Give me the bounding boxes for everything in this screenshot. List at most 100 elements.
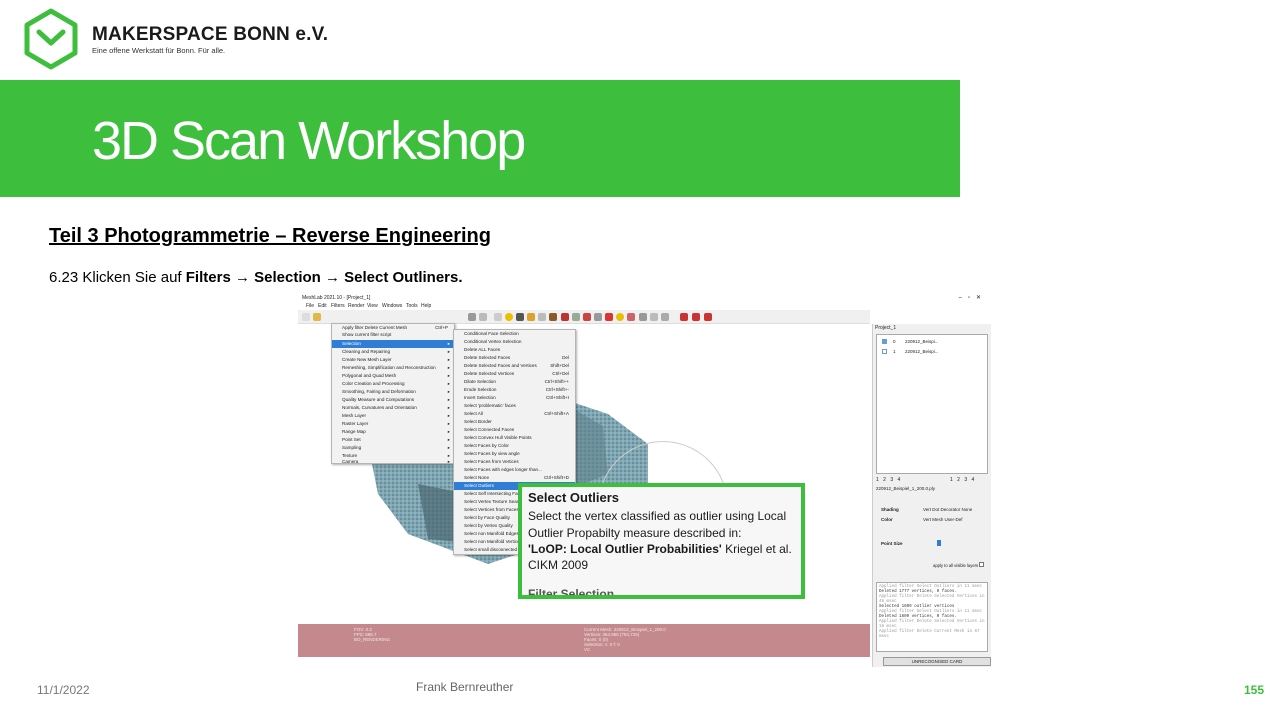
menu-render[interactable]: Render [348, 303, 364, 309]
shading-options[interactable]: Vert Dot Decorator None [923, 507, 972, 512]
menu-item[interactable]: Smoothing, Fairing and Deformation ▸ [332, 388, 454, 396]
menu-item[interactable]: Color Creation and Processing ▸ [332, 380, 454, 388]
menu-item[interactable]: Point Set ▸ [332, 436, 454, 444]
tool-icon[interactable] [494, 313, 502, 321]
layer-id: 0 [893, 339, 896, 344]
close-icon[interactable] [704, 313, 712, 321]
menu-item[interactable]: Delete Selected Vertices Ctrl+Del [454, 370, 575, 378]
menu-item[interactable]: Normals, Curvatures and Orientation ▸ [332, 404, 454, 412]
menu-item[interactable]: Sampling ▸ [332, 444, 454, 452]
menu-item[interactable]: Raster Layer ▸ [332, 420, 454, 428]
step-instruction: 6.23 Klicken Sie auf Filters → Selection… [49, 269, 463, 286]
menu-item[interactable]: Show current filter script [332, 331, 454, 339]
menu-item[interactable]: Select All Ctrl+Shift+A [454, 410, 575, 418]
menu-file[interactable]: File [306, 303, 314, 309]
color-options[interactable]: Vert Mesh User-Def [923, 517, 963, 522]
log-line: Applied filter Delete Current Mesh in 67… [879, 630, 980, 639]
menu-item[interactable]: Delete Selected Faces Del [454, 354, 575, 362]
layer-name: 220912_Beispi... [905, 349, 939, 354]
menu-windows[interactable]: Windows [382, 303, 402, 309]
layer-row[interactable]: 0 220912_Beispi... [879, 338, 987, 346]
menu-help[interactable]: Help [421, 303, 431, 309]
eye-icon[interactable] [882, 349, 887, 354]
menu-item[interactable]: Select 'problematic' faces [454, 402, 575, 410]
menu-item[interactable]: Conditional Vertex Selection [454, 338, 575, 346]
tool-icon[interactable] [605, 313, 613, 321]
brush-icon[interactable] [516, 313, 524, 321]
menu-item[interactable]: Erode Selection Ctrl+Shift+- [454, 386, 575, 394]
menu-item[interactable]: Remeshing, Simplification and Reconstruc… [332, 364, 454, 372]
menu-item[interactable]: Select None Ctrl+Shift+D [454, 474, 575, 482]
color-label: Color [881, 517, 893, 522]
unrecognised-card-button[interactable]: UNRECOGNISED CARD [883, 657, 991, 666]
org-subtitle: Eine offene Werkstatt für Bonn. Für alle… [92, 46, 226, 55]
tooltip-line: CIKM 2009 [528, 558, 589, 572]
layer-tabs[interactable]: 1 2 3 4 1 2 3 4 [876, 477, 988, 483]
tool-icon[interactable] [639, 313, 647, 321]
menu-item[interactable]: Range Map ▸ [332, 428, 454, 436]
info-render: BO_RENDERING [354, 637, 391, 642]
menu-item[interactable]: Polygonal and Quad Mesh ▸ [332, 372, 454, 380]
menu-item[interactable]: Mesh Layer ▸ [332, 412, 454, 420]
tool-icon[interactable] [650, 313, 658, 321]
menu-item[interactable]: Select Convex Hull Visible Points [454, 434, 575, 442]
light-icon[interactable] [527, 313, 535, 321]
layers-title: Project_1 [875, 325, 897, 331]
eye-icon[interactable] [882, 339, 887, 344]
layer-name: 220912_Beispi... [905, 339, 939, 344]
menu-item[interactable]: Invert Selection Ctrl+Shift+I [454, 394, 575, 402]
menubar: File Edit Filters Render View Windows To… [298, 302, 991, 310]
info-icon[interactable] [616, 313, 624, 321]
apply-all-checkbox[interactable] [979, 562, 984, 567]
layer-row[interactable]: 1 220912_Beispi... [879, 348, 987, 356]
tool-icon[interactable] [538, 313, 546, 321]
annotation-icon[interactable] [505, 313, 513, 321]
menu-item[interactable]: Delete Selected Faces and Vertices Shift+… [454, 362, 575, 370]
tool-icon[interactable] [572, 313, 580, 321]
footer-author: Frank Bernreuther [416, 680, 514, 694]
menu-item[interactable]: Dilate Selection Ctrl+Shift++ [454, 378, 575, 386]
menu-item[interactable]: Create New Mesh Layer ▸ [332, 356, 454, 364]
tool-icon[interactable] [479, 313, 487, 321]
tooltip-line: Outlier Propabilty measure described in: [528, 526, 742, 540]
tool-icon[interactable] [468, 313, 476, 321]
select-icon[interactable] [561, 313, 569, 321]
tool-icon[interactable] [594, 313, 602, 321]
tool-icon[interactable] [661, 313, 669, 321]
tabs-left[interactable]: 1 2 3 4 [876, 477, 900, 483]
menu-item[interactable]: Select Faces with edges longer than... [454, 466, 575, 474]
tooltip-line: 'LoOP: Local Outlier Probabilities' Krie… [528, 542, 792, 556]
close-icon[interactable] [692, 313, 700, 321]
layer-panel: Project_1 0 220912_Beispi... 1 220912_Be… [872, 324, 991, 667]
menu-item[interactable]: Quality Measure and Computations ▸ [332, 396, 454, 404]
menu-item[interactable]: Cleaning and Repairing ▸ [332, 348, 454, 356]
window-controls[interactable]: –▫✕ [959, 294, 988, 301]
paint-icon[interactable] [549, 313, 557, 321]
menu-item[interactable]: Conditional Face Selection [454, 330, 575, 338]
tooltip-title: Select Outliers [528, 490, 620, 505]
menu-item[interactable]: Camera ▸ [332, 459, 454, 465]
menu-item-selection[interactable]: Selection ▸ [332, 340, 454, 348]
menu-item[interactable]: Select Faces from Vertices [454, 458, 575, 466]
point-size-slider[interactable] [937, 540, 941, 546]
tooltip-line: Select the vertex classified as outlier … [528, 509, 787, 523]
tabs-right[interactable]: 1 2 3 4 [950, 477, 974, 483]
tool-icon[interactable] [627, 313, 635, 321]
menu-tools[interactable]: Tools [406, 303, 418, 309]
menu-filters[interactable]: Filters [331, 303, 345, 309]
menu-item[interactable]: Select Faces by view angle [454, 450, 575, 458]
tooltip-authors: Kriegel et al. [721, 542, 792, 556]
menu-item[interactable]: Select Connected Faces [454, 426, 575, 434]
close-icon[interactable] [680, 313, 688, 321]
new-icon[interactable] [302, 313, 310, 321]
menu-edit[interactable]: Edit [318, 303, 327, 309]
open-icon[interactable] [313, 313, 321, 321]
step-outliers: Select Outliners. [344, 269, 463, 286]
tool-icon[interactable] [583, 313, 591, 321]
menu-view[interactable]: View [367, 303, 378, 309]
menu-item[interactable]: Select Border [454, 418, 575, 426]
window-titlebar: MeshLab 2021.10 - [Project_1] –▫✕ [298, 293, 991, 302]
menu-item[interactable]: Select Faces by Color [454, 442, 575, 450]
menu-item[interactable]: Delete ALL Faces [454, 346, 575, 354]
point-size-label: Point Size [881, 541, 903, 546]
